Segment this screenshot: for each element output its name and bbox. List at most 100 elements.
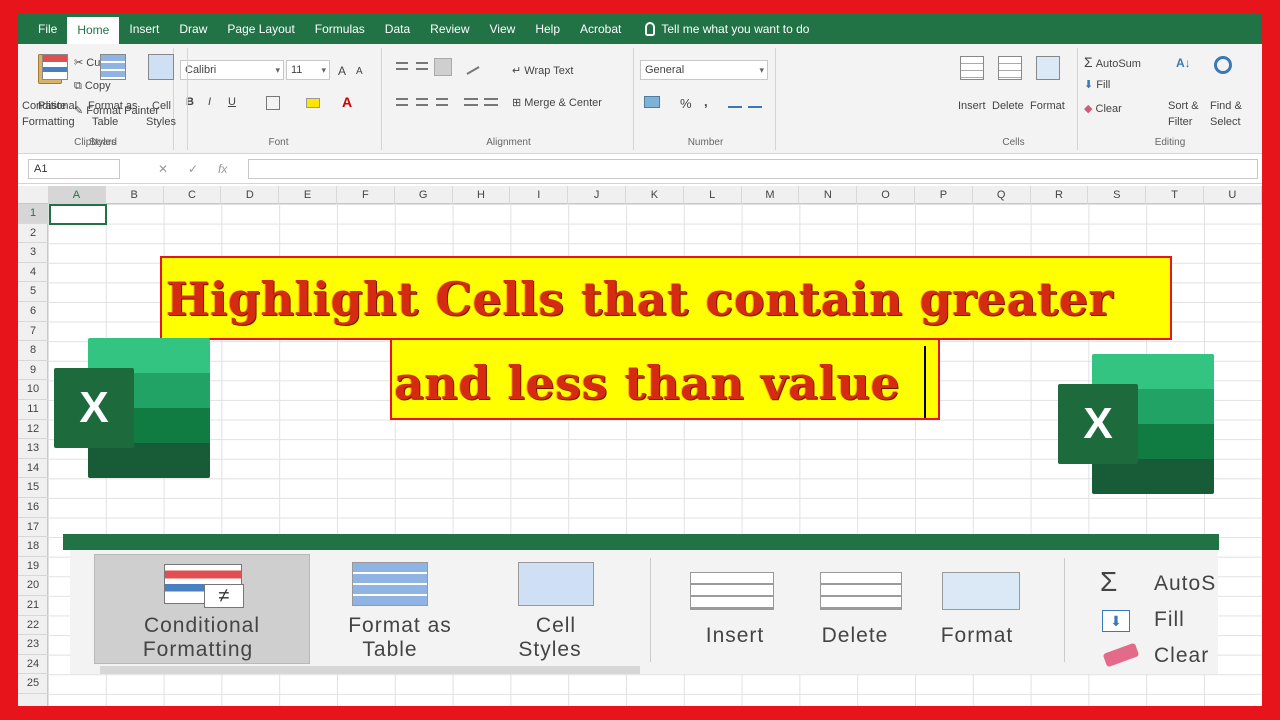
- align-right-icon[interactable]: [436, 98, 448, 106]
- column-header[interactable]: R: [1031, 186, 1089, 204]
- row-header[interactable]: 15: [18, 478, 48, 498]
- zoom-format-button[interactable]: Format: [922, 624, 1032, 648]
- row-header[interactable]: 14: [18, 459, 48, 479]
- tab-formulas[interactable]: Formulas: [305, 14, 375, 44]
- insert-function-button[interactable]: fx: [218, 162, 227, 176]
- column-header[interactable]: S: [1088, 186, 1147, 204]
- column-header[interactable]: D: [221, 186, 280, 204]
- row-header[interactable]: 7: [18, 322, 48, 342]
- row-header[interactable]: 20: [18, 576, 48, 596]
- zoom-delete-button[interactable]: Delete: [800, 624, 910, 648]
- row-header[interactable]: 16: [18, 498, 48, 518]
- tell-me-box[interactable]: Tell me what you want to do: [645, 22, 809, 36]
- increase-indent-icon[interactable]: [484, 98, 498, 106]
- tab-data[interactable]: Data: [375, 14, 420, 44]
- column-header[interactable]: O: [857, 186, 915, 204]
- row-header[interactable]: 22: [18, 616, 48, 636]
- row-header[interactable]: 25: [18, 674, 48, 694]
- active-cell-a1[interactable]: [49, 204, 107, 225]
- column-header[interactable]: E: [279, 186, 337, 204]
- column-header[interactable]: G: [395, 186, 453, 204]
- formula-input[interactable]: [248, 159, 1258, 179]
- row-header[interactable]: 3: [18, 243, 48, 263]
- conditional-formatting-button[interactable]: Conditional: [22, 100, 77, 112]
- row-header[interactable]: 8: [18, 341, 48, 361]
- align-middle-icon[interactable]: [416, 62, 428, 70]
- format-cells-icon[interactable]: [1036, 56, 1060, 80]
- tab-page-layout[interactable]: Page Layout: [217, 14, 304, 44]
- row-header[interactable]: 11: [18, 400, 48, 420]
- align-top-icon[interactable]: [396, 62, 408, 70]
- format-as-table-icon[interactable]: [100, 54, 126, 80]
- sort-filter-icon[interactable]: A↓: [1176, 56, 1198, 82]
- italic-button[interactable]: I: [208, 96, 211, 108]
- column-header[interactable]: L: [684, 186, 742, 204]
- tab-review[interactable]: Review: [420, 14, 479, 44]
- row-header[interactable]: 1: [18, 204, 48, 224]
- font-color-button[interactable]: A: [342, 94, 352, 110]
- tab-insert[interactable]: Insert: [119, 14, 169, 44]
- column-header[interactable]: M: [742, 186, 800, 204]
- tab-help[interactable]: Help: [525, 14, 570, 44]
- row-header[interactable]: 19: [18, 557, 48, 577]
- merge-center-button[interactable]: ⊞ Merge & Center: [512, 96, 602, 109]
- font-size-select[interactable]: 11: [286, 60, 330, 80]
- zoom-cell-styles-button[interactable]: Cell: [506, 614, 606, 638]
- column-header[interactable]: Q: [973, 186, 1031, 204]
- cell-styles-button[interactable]: Cell: [152, 100, 171, 112]
- zoom-clear-button[interactable]: Clear: [1154, 644, 1209, 668]
- row-header[interactable]: 23: [18, 635, 48, 655]
- insert-cells-icon[interactable]: [960, 56, 984, 80]
- tab-file[interactable]: File: [28, 14, 67, 44]
- decrease-decimal-icon[interactable]: [748, 96, 762, 108]
- row-header[interactable]: 17: [18, 518, 48, 538]
- row-header[interactable]: 2: [18, 224, 48, 244]
- zoom-conditional-button[interactable]: Conditional: [104, 614, 300, 638]
- tab-view[interactable]: View: [480, 14, 526, 44]
- format-cells-button[interactable]: Format: [1030, 100, 1065, 112]
- row-header[interactable]: 21: [18, 596, 48, 616]
- decrease-indent-icon[interactable]: [464, 98, 478, 106]
- increase-decimal-icon[interactable]: [728, 96, 742, 108]
- zoom-insert-button[interactable]: Insert: [680, 624, 790, 648]
- align-center-icon[interactable]: [416, 98, 428, 106]
- font-name-select[interactable]: Calibri: [180, 60, 284, 80]
- column-header[interactable]: I: [510, 186, 569, 204]
- magnifier-icon[interactable]: [1214, 56, 1232, 74]
- row-header[interactable]: 24: [18, 655, 48, 675]
- row-header[interactable]: 9: [18, 361, 48, 381]
- delete-cells-icon[interactable]: [998, 56, 1022, 80]
- accounting-format-icon[interactable]: [644, 96, 660, 108]
- row-header[interactable]: 18: [18, 537, 48, 557]
- number-format-select[interactable]: General: [640, 60, 768, 80]
- column-header[interactable]: P: [915, 186, 973, 204]
- find-select-button[interactable]: Find &: [1210, 100, 1242, 112]
- column-header[interactable]: J: [568, 186, 626, 204]
- clear-button[interactable]: ◆ Clear: [1084, 102, 1122, 115]
- row-header[interactable]: 6: [18, 302, 48, 322]
- zoom-fill-button[interactable]: Fill: [1154, 608, 1185, 632]
- row-header[interactable]: 10: [18, 380, 48, 400]
- column-header[interactable]: F: [337, 186, 395, 204]
- zoom-format-as-table-button[interactable]: Format as: [320, 614, 480, 638]
- comma-style-button[interactable]: ,: [704, 94, 708, 109]
- fill-color-icon[interactable]: [306, 98, 320, 108]
- percent-style-button[interactable]: %: [680, 96, 692, 111]
- format-as-table-button[interactable]: Format as: [88, 100, 138, 112]
- align-bottom-icon[interactable]: [434, 58, 452, 76]
- column-header[interactable]: K: [626, 186, 684, 204]
- underline-button[interactable]: U: [228, 96, 236, 108]
- column-header[interactable]: U: [1204, 186, 1262, 204]
- column-header[interactable]: C: [164, 186, 222, 204]
- row-header[interactable]: 4: [18, 263, 48, 283]
- zoom-autosum-button[interactable]: AutoS: [1154, 572, 1216, 596]
- row-header[interactable]: 12: [18, 420, 48, 440]
- fill-button[interactable]: ⬇ Fill: [1084, 78, 1110, 91]
- column-header[interactable]: B: [106, 186, 164, 204]
- cancel-icon[interactable]: ✕: [158, 162, 168, 176]
- autosum-button[interactable]: Σ AutoSum: [1084, 54, 1141, 70]
- sort-filter-button[interactable]: Sort &: [1168, 100, 1199, 112]
- delete-cells-button[interactable]: Delete: [992, 100, 1024, 112]
- column-header[interactable]: A: [48, 186, 106, 204]
- cell-styles-icon[interactable]: [148, 54, 174, 80]
